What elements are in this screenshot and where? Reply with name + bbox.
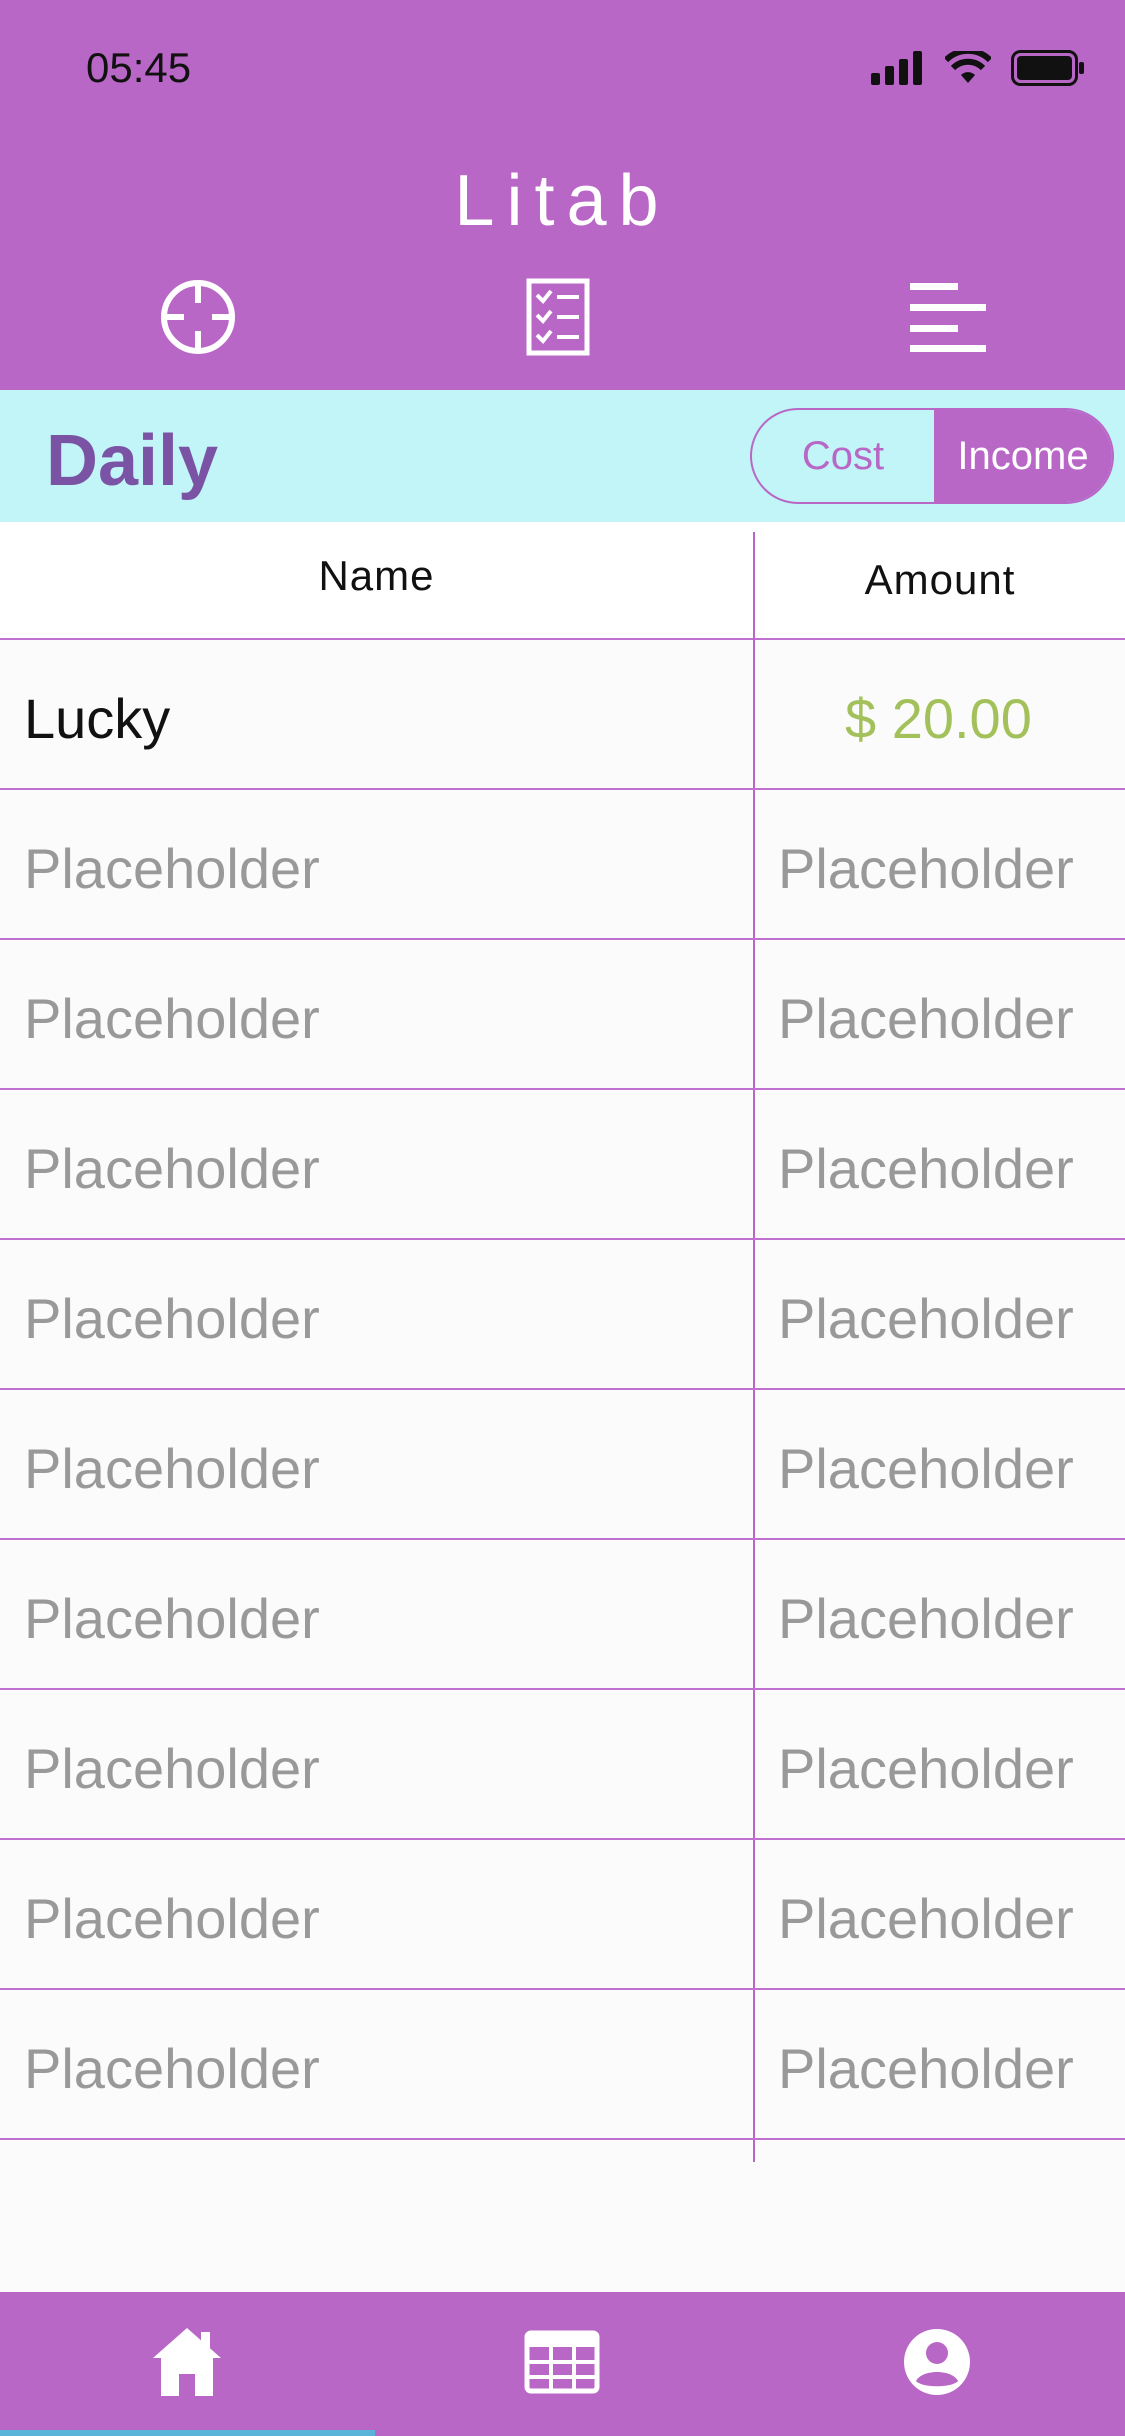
table-icon[interactable]: [522, 2322, 602, 2402]
row-amount: Placeholder: [778, 987, 1074, 1050]
row-name: Placeholder: [24, 987, 320, 1050]
table-row[interactable]: Placeholder Placeholder: [0, 1990, 1125, 2140]
table-row[interactable]: Placeholder Placeholder: [0, 1540, 1125, 1690]
row-amount: Placeholder: [778, 837, 1074, 900]
row-name: Placeholder: [24, 1737, 320, 1800]
crosshair-icon[interactable]: [153, 272, 243, 362]
column-name-header: Name: [318, 552, 435, 599]
profile-icon[interactable]: [897, 2322, 977, 2402]
row-amount: Placeholder: [778, 1137, 1074, 1200]
toggle-cost[interactable]: Cost: [752, 410, 934, 502]
toggle-income[interactable]: Income: [934, 410, 1112, 502]
checklist-icon[interactable]: [513, 272, 603, 362]
home-icon[interactable]: [147, 2322, 227, 2402]
wifi-icon: [945, 51, 991, 83]
bottom-tab-bar: [0, 2292, 1125, 2436]
transactions-table: Name Amount Lucky $ 20.00 Placeholder Pl…: [0, 522, 1125, 2162]
row-name: Placeholder: [24, 1287, 320, 1350]
status-time: 05:45: [86, 44, 192, 91]
row-name: Placeholder: [24, 1887, 320, 1950]
row-name: Placeholder: [24, 837, 320, 900]
row-amount: Placeholder: [778, 1587, 1074, 1650]
row-amount: $ 20.00: [845, 687, 1032, 750]
row-amount: Placeholder: [778, 1287, 1074, 1350]
table-row[interactable]: Placeholder Placeholder: [0, 1690, 1125, 1840]
table-row[interactable]: Placeholder Placeholder: [0, 1390, 1125, 1540]
row-name: Placeholder: [24, 1587, 320, 1650]
row-amount: Placeholder: [778, 1887, 1074, 1950]
row-amount: Placeholder: [778, 1437, 1074, 1500]
app-header: 05:45 Litab: [0, 0, 1125, 390]
row-name: Placeholder: [24, 1437, 320, 1500]
table-row[interactable]: Placeholder Placeholder: [0, 790, 1125, 940]
column-amount-header: Amount: [864, 556, 1016, 603]
row-amount: Placeholder: [778, 2037, 1074, 2100]
table-row[interactable]: Placeholder Placeholder: [0, 1090, 1125, 1240]
section-bar: Daily Cost Income: [0, 390, 1125, 522]
row-amount: Placeholder: [778, 1737, 1074, 1800]
table-header: Name Amount: [0, 522, 1125, 640]
table-row[interactable]: Lucky $ 20.00: [0, 640, 1125, 790]
app-title: Litab: [454, 161, 671, 241]
table-row[interactable]: Placeholder Placeholder: [0, 1240, 1125, 1390]
signal-icon: [871, 51, 922, 85]
cost-income-toggle[interactable]: Cost Income: [750, 408, 1114, 504]
table-row[interactable]: Placeholder Placeholder: [0, 940, 1125, 1090]
section-title: Daily: [46, 421, 219, 501]
active-tab-indicator: [0, 2430, 375, 2436]
menu-lines-icon[interactable]: [903, 272, 993, 362]
row-name: Placeholder: [24, 2037, 320, 2100]
status-icons: [871, 50, 1085, 86]
battery-icon: [1011, 50, 1084, 86]
table-row[interactable]: Placeholder Placeholder: [0, 1840, 1125, 1990]
row-name: Placeholder: [24, 1137, 320, 1200]
